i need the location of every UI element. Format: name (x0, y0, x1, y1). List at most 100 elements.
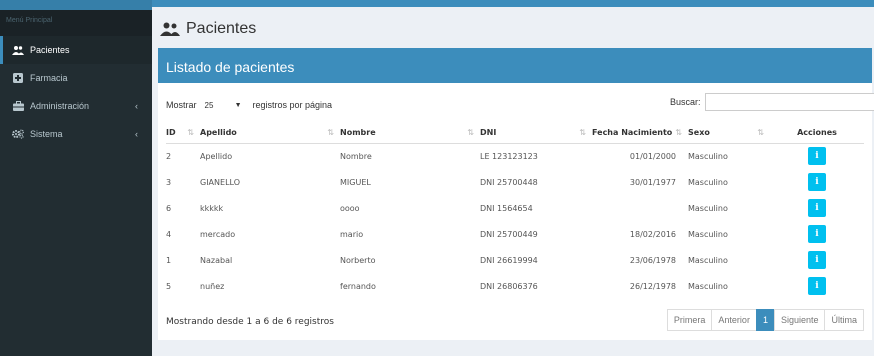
page-length-value: 25 (204, 100, 214, 110)
cell-dni: DNI 26619994 (480, 255, 538, 265)
table-info: Mostrando desde 1 a 6 de 6 registros (166, 317, 334, 327)
sidebar-item-label: Farmacia (30, 73, 68, 83)
sidebar-item-sistema[interactable]: Sistema ‹ (0, 120, 152, 148)
sidebar-item-label: Sistema (30, 129, 63, 139)
pagination: Primera Anterior 1 Siguiente Última (666, 309, 864, 331)
page-length-control: Mostrar 25 ▼ registros por página (166, 97, 332, 113)
chevron-left-icon: ‹ (135, 101, 138, 111)
cell-sexo: Masculino (688, 151, 728, 161)
cell-nombre: Nombre (340, 151, 372, 161)
cell-fecha: 18/02/2016 (629, 229, 676, 239)
cell-nombre: fernando (340, 281, 376, 291)
cell-nombre: mario (340, 229, 364, 239)
table-row: 4 mercado mario DNI 25700449 18/02/2016 … (166, 221, 864, 247)
page-title: Pacientes (160, 20, 256, 38)
sidebar-item-pacientes[interactable]: Pacientes (0, 36, 152, 64)
sort-icon: ⇅ (467, 128, 474, 137)
cell-apellido: nuñez (200, 281, 225, 291)
cell-dni: DNI 1564654 (480, 203, 533, 213)
length-suffix: registros por página (252, 100, 333, 110)
table-row: 3 GIANELLO MIGUEL DNI 25700448 30/01/197… (166, 169, 864, 195)
cell-dni: LE 123123123 (480, 151, 538, 161)
logo-area[interactable] (0, 0, 152, 10)
info-button[interactable]: i (808, 251, 826, 269)
top-navbar (0, 0, 874, 10)
cell-id: 2 (166, 151, 172, 161)
sidebar-item-administracion[interactable]: Administración ‹ (0, 92, 152, 120)
column-header-id[interactable]: ID ⇅ (166, 123, 200, 144)
cell-sexo: Masculino (688, 255, 728, 265)
sort-icon: ⇅ (579, 128, 586, 137)
cell-nombre: oooo (340, 203, 360, 213)
patients-table: ID ⇅ Apellido ⇅ Nombre ⇅ DNI ⇅ Fecha Nacimie… (166, 123, 864, 299)
info-button[interactable]: i (808, 277, 826, 295)
column-header-acciones: Acciones (770, 123, 864, 144)
pagination-next[interactable]: Siguiente (773, 309, 826, 331)
search-control: Buscar: (670, 93, 874, 111)
cell-fecha: 26/12/1978 (629, 281, 676, 291)
column-header-dni[interactable]: DNI ⇅ (480, 123, 592, 144)
table-row: 5 nuñez fernando DNI 26806376 26/12/1978… (166, 273, 864, 299)
column-header-nombre[interactable]: Nombre ⇅ (340, 123, 480, 144)
pagination-prev[interactable]: Anterior (711, 309, 757, 331)
search-label: Buscar: (670, 97, 701, 107)
cell-nombre: Norberto (340, 255, 376, 265)
cell-dni: DNI 26806376 (480, 281, 538, 291)
sidebar-item-label: Pacientes (30, 45, 70, 55)
column-header-apellido[interactable]: Apellido ⇅ (200, 123, 340, 144)
pagination-first[interactable]: Primera (666, 309, 713, 331)
sort-asc-icon: ⇅ (327, 128, 334, 137)
users-icon (12, 45, 24, 55)
cell-id: 1 (166, 255, 172, 265)
caret-down-icon: ▼ (234, 101, 242, 109)
cell-apellido: Nazabal (200, 255, 233, 265)
column-header-sexo[interactable]: Sexo ⇅ (688, 123, 770, 144)
cell-fecha (592, 195, 688, 221)
sort-icon: ⇅ (757, 128, 764, 137)
sidebar-item-label: Administración (30, 101, 90, 111)
cell-apellido: kkkkk (200, 203, 224, 213)
page-length-select[interactable]: 25 ▼ (200, 97, 249, 113)
cell-id: 4 (166, 229, 172, 239)
main-content: Pacientes Listado de pacientes Mostrar 2… (152, 10, 874, 356)
cogs-icon (12, 129, 24, 139)
cell-fecha: 01/01/2000 (629, 151, 676, 161)
cell-dni: DNI 25700448 (480, 177, 538, 187)
search-input[interactable] (704, 93, 874, 111)
cell-fecha: 30/01/1977 (629, 177, 676, 187)
page-title-text: Pacientes (186, 20, 257, 37)
plus-square-icon (12, 73, 24, 83)
cell-nombre: MIGUEL (340, 177, 371, 187)
cell-fecha: 23/06/1978 (629, 255, 676, 265)
table-header-row: ID ⇅ Apellido ⇅ Nombre ⇅ DNI ⇅ Fecha Nacimie… (166, 123, 864, 144)
cell-id: 3 (166, 177, 172, 187)
cell-sexo: Masculino (688, 229, 728, 239)
cell-apellido: mercado (200, 229, 236, 239)
cell-sexo: Masculino (688, 177, 728, 187)
pagination-last[interactable]: Última (824, 309, 864, 331)
patients-box: Listado de pacientes Mostrar 25 ▼ regist… (158, 48, 874, 340)
cell-id: 5 (166, 281, 172, 291)
pagination-page-1[interactable]: 1 (755, 309, 775, 331)
table-row: 6 kkkkk oooo DNI 1564654 Masculino i (166, 195, 864, 221)
sidebar-item-farmacia[interactable]: Farmacia (0, 64, 152, 92)
sort-icon: ⇅ (187, 128, 194, 137)
briefcase-icon (12, 101, 24, 111)
info-button[interactable]: i (808, 147, 826, 166)
table-row: 2 Apellido Nombre LE 123123123 01/01/200… (166, 143, 864, 169)
table-row: 1 Nazabal Norberto DNI 26619994 23/06/19… (166, 247, 864, 273)
users-icon (160, 22, 180, 36)
cell-apellido: Apellido (200, 151, 233, 161)
chevron-left-icon: ‹ (135, 129, 138, 139)
cell-sexo: Masculino (688, 281, 728, 291)
cell-sexo: Masculino (688, 203, 728, 213)
sort-icon: ⇅ (675, 128, 682, 137)
info-button[interactable]: i (808, 199, 826, 217)
cell-dni: DNI 25700449 (480, 229, 538, 239)
box-title: Listado de pacientes (158, 51, 872, 83)
column-header-fecha-nacimiento[interactable]: Fecha Nacimiento ⇅ (592, 123, 688, 144)
info-button[interactable]: i (808, 225, 826, 243)
cell-apellido: GIANELLO (200, 177, 240, 187)
sidebar-header: Menú Principal (0, 10, 152, 36)
info-button[interactable]: i (808, 173, 826, 191)
